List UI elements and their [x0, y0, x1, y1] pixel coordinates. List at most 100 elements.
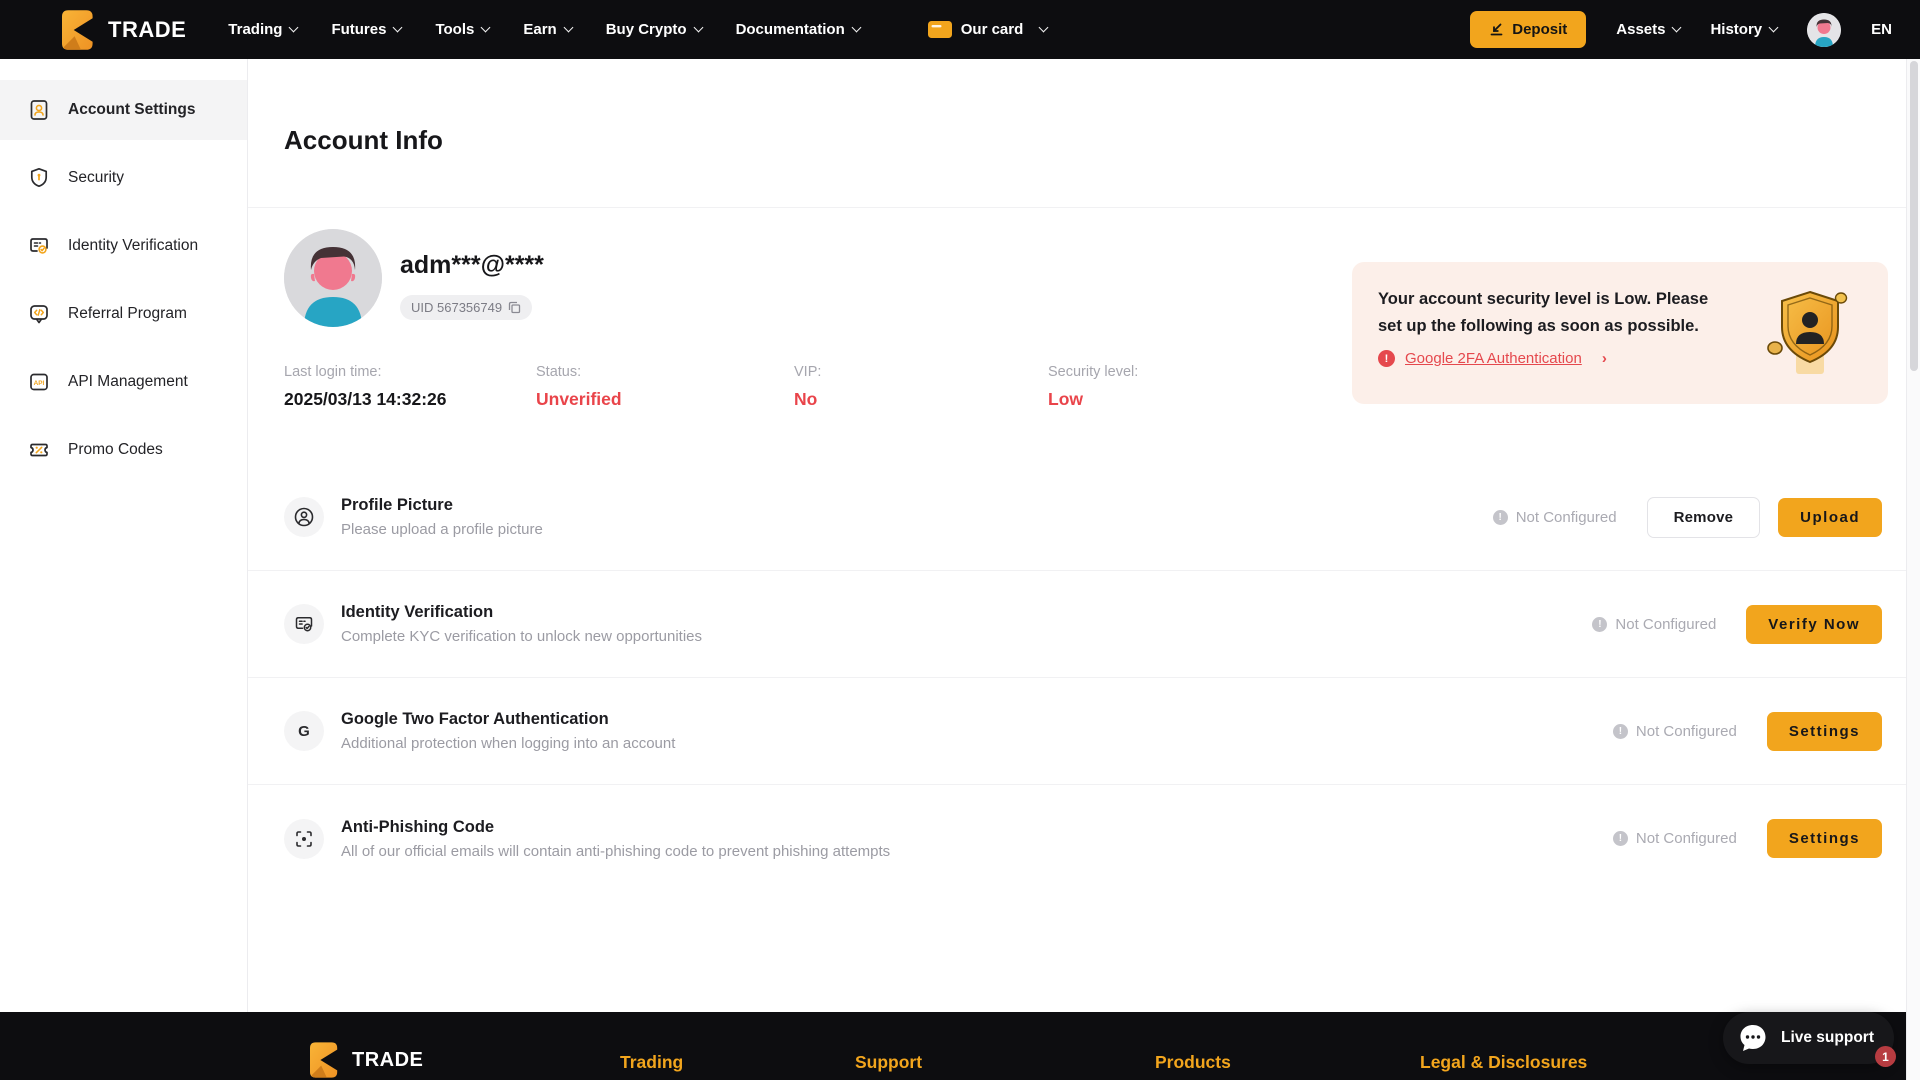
page-title: Account Info	[284, 125, 443, 156]
sidebar-item-label: Identity Verification	[68, 237, 198, 255]
api-box-icon: API	[27, 370, 51, 394]
sidebar-item-identity-verification[interactable]: Identity Verification	[0, 216, 247, 276]
row-google-2fa: G Google Two Factor Authentication Addit…	[248, 678, 1920, 785]
row-title: Anti-Phishing Code	[341, 818, 890, 837]
sidebar-item-label: API Management	[68, 373, 188, 391]
status-text: Not Configured	[1516, 509, 1617, 526]
sidebar-item-promo-codes[interactable]: Promo Codes	[0, 420, 247, 480]
identity-verification-icon	[284, 604, 324, 644]
nav-item-earn[interactable]: Earn	[523, 21, 571, 38]
scrollbar-thumb[interactable]	[1910, 61, 1918, 371]
nav-menu: Trading Futures Tools Earn Buy Crypto Do…	[228, 21, 1047, 38]
deposit-label: Deposit	[1512, 21, 1567, 38]
sidebar-item-label: Promo Codes	[68, 441, 163, 459]
stat-security-level: Security level: Low	[1048, 364, 1138, 410]
nav-item-our-card[interactable]: Our card	[928, 21, 1048, 38]
info-icon: !	[1613, 831, 1628, 846]
footer-col-trading[interactable]: Trading	[620, 1052, 683, 1073]
row-subtitle: Please upload a profile picture	[341, 521, 543, 538]
google-auth-icon: G	[284, 711, 324, 751]
nav-label: Futures	[331, 21, 386, 38]
security-warning-card: Your account security level is Low. Plea…	[1352, 262, 1888, 404]
stat-value: Low	[1048, 389, 1138, 410]
sidebar-item-security[interactable]: Security	[0, 148, 247, 208]
settings-2fa-button[interactable]: Settings	[1767, 712, 1882, 751]
nav-item-buy-crypto[interactable]: Buy Crypto	[606, 21, 702, 38]
id-check-icon	[27, 234, 51, 258]
stat-vip: VIP: No	[794, 364, 821, 410]
google-2fa-link-row[interactable]: ! Google 2FA Authentication ›	[1378, 350, 1607, 367]
chevron-down-icon	[289, 23, 299, 33]
live-support-widget[interactable]: Live support 1	[1723, 1012, 1894, 1064]
user-avatar[interactable]	[1807, 13, 1841, 47]
stat-status: Status: Unverified	[536, 364, 622, 410]
brand-logo[interactable]: TRADE	[62, 10, 186, 50]
chevron-down-icon	[1039, 23, 1049, 33]
nav-item-futures[interactable]: Futures	[331, 21, 401, 38]
settings-rows: Profile Picture Please upload a profile …	[248, 464, 1920, 892]
security-warning-text: Your account security level is Low. Plea…	[1378, 286, 1758, 340]
status-text: Not Configured	[1636, 830, 1737, 847]
row-texts: Google Two Factor Authentication Additio…	[341, 710, 675, 752]
row-title: Google Two Factor Authentication	[341, 710, 675, 729]
nav-item-trading[interactable]: Trading	[228, 21, 297, 38]
row-texts: Identity Verification Complete KYC verif…	[341, 603, 702, 645]
alert-icon: !	[1378, 350, 1395, 367]
top-navbar: TRADE Trading Futures Tools Earn Buy Cry…	[0, 0, 1920, 59]
sidebar-item-label: Referral Program	[68, 305, 187, 323]
row-subtitle: Additional protection when logging into …	[341, 735, 675, 752]
stat-label: Status:	[536, 364, 622, 380]
chevron-down-icon	[393, 23, 403, 33]
copy-icon[interactable]	[508, 301, 521, 314]
brand-name: TRADE	[108, 17, 186, 43]
scrollbar-track[interactable]	[1906, 59, 1920, 1080]
row-profile-picture: Profile Picture Please upload a profile …	[248, 464, 1920, 571]
status-text: Not Configured	[1636, 723, 1737, 740]
stat-label: Security level:	[1048, 364, 1138, 380]
nav-label: Documentation	[736, 21, 845, 38]
nav-item-assets[interactable]: Assets	[1616, 21, 1680, 38]
nav-label: Earn	[523, 21, 556, 38]
row-title: Profile Picture	[341, 496, 543, 515]
footer: TRADE Trading Support Products Legal & D…	[0, 1012, 1920, 1080]
profile-picture-icon	[284, 497, 324, 537]
uid-text: UID 567356749	[411, 300, 502, 315]
sidebar-item-account-settings[interactable]: Account Settings	[0, 80, 247, 140]
footer-col-legal[interactable]: Legal & Disclosures	[1420, 1052, 1587, 1073]
status-text: Not Configured	[1615, 616, 1716, 633]
sidebar: Account Settings Security Identity Verif…	[0, 59, 248, 1012]
language-selector[interactable]: EN	[1871, 21, 1892, 38]
remove-button[interactable]: Remove	[1647, 497, 1761, 538]
main-content: Account Info adm***@**** UID 567356749 Y…	[248, 59, 1920, 1012]
verify-now-button[interactable]: Verify Now	[1746, 605, 1882, 644]
masked-email: adm***@****	[400, 251, 544, 280]
stat-value: Unverified	[536, 389, 622, 410]
nav-item-documentation[interactable]: Documentation	[736, 21, 860, 38]
nav-item-tools[interactable]: Tools	[435, 21, 489, 38]
chevron-down-icon	[1672, 23, 1682, 33]
info-icon: !	[1592, 617, 1607, 632]
stat-value: 2025/03/13 14:32:26	[284, 389, 447, 410]
status-badge: ! Not Configured	[1493, 509, 1617, 526]
uid-badge[interactable]: UID 567356749	[400, 295, 532, 320]
nav-item-history[interactable]: History	[1710, 21, 1777, 38]
settings-antiphishing-button[interactable]: Settings	[1767, 819, 1882, 858]
stat-label: Last login time:	[284, 364, 447, 380]
google-2fa-link[interactable]: Google 2FA Authentication	[1405, 350, 1582, 367]
divider	[248, 207, 1920, 208]
chat-bubble-icon	[1735, 1020, 1771, 1056]
footer-brand[interactable]: TRADE	[310, 1042, 423, 1078]
row-texts: Anti-Phishing Code All of our official e…	[341, 818, 890, 860]
status-badge: ! Not Configured	[1613, 723, 1737, 740]
footer-col-support[interactable]: Support	[855, 1052, 922, 1073]
profile-avatar	[284, 229, 382, 327]
sidebar-item-label: Account Settings	[68, 101, 195, 119]
sidebar-item-referral-program[interactable]: Referral Program	[0, 284, 247, 344]
sidebar-item-api-management[interactable]: API API Management	[0, 352, 247, 412]
id-badge-icon	[27, 98, 51, 122]
upload-button[interactable]: Upload	[1778, 498, 1882, 537]
deposit-button[interactable]: Deposit	[1470, 11, 1586, 48]
info-icon: !	[1493, 510, 1508, 525]
row-anti-phishing: Anti-Phishing Code All of our official e…	[248, 785, 1920, 892]
footer-col-products[interactable]: Products	[1155, 1052, 1231, 1073]
